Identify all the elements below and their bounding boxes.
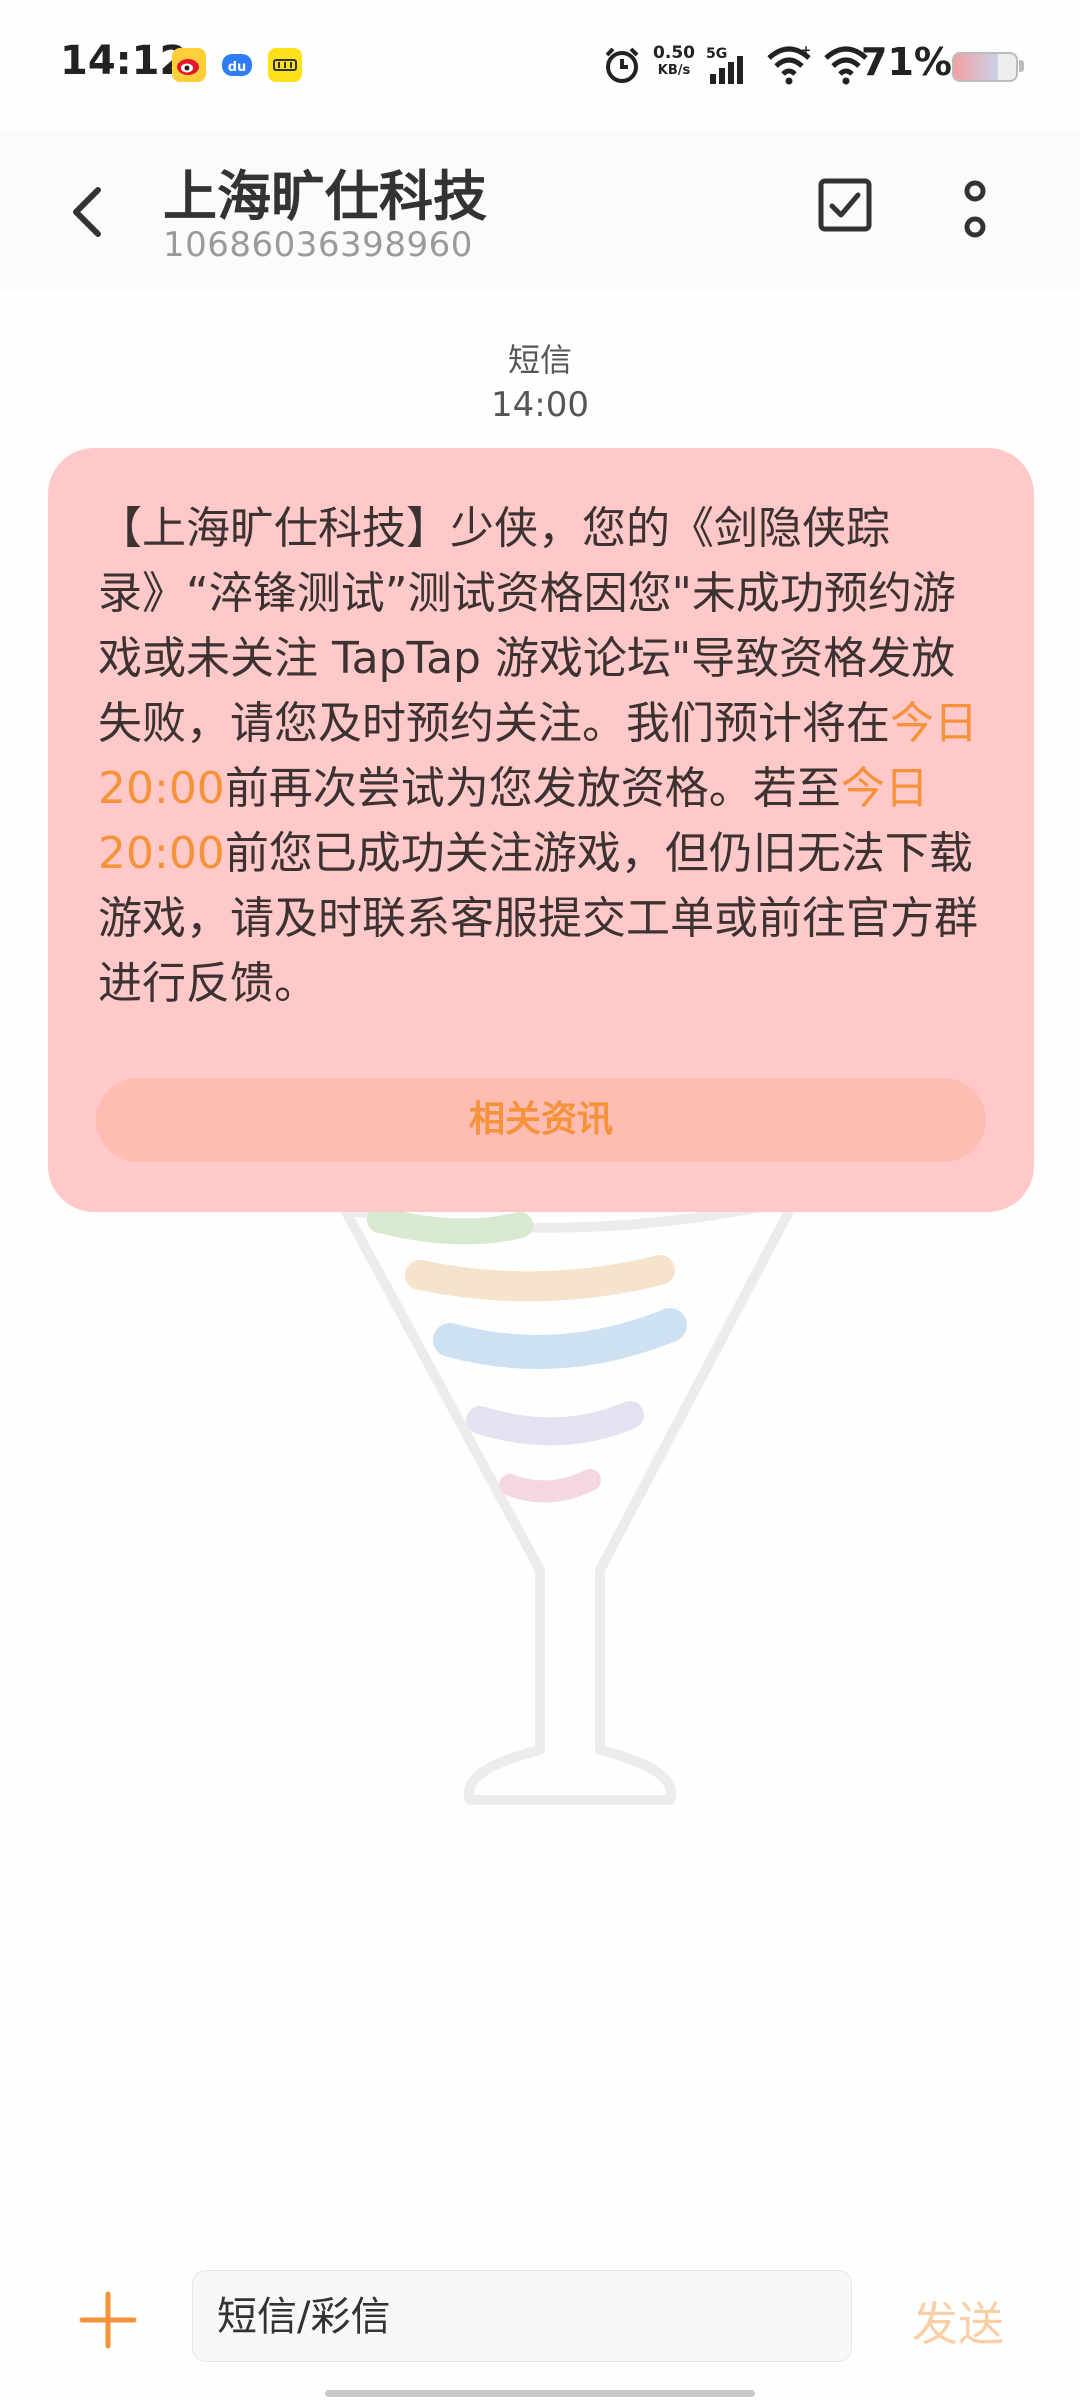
weibo-icon bbox=[172, 48, 206, 82]
battery-icon bbox=[952, 52, 1018, 82]
send-button[interactable]: 发送 bbox=[912, 2288, 1004, 2354]
battery-level-fill bbox=[954, 54, 999, 80]
home-indicator[interactable] bbox=[325, 2390, 755, 2397]
message-type-label: 短信 bbox=[507, 341, 572, 379]
alarm-icon bbox=[602, 45, 642, 89]
message-text-part3: 前您已成功关注游戏，但仍旧无法下载游戏，请及时联系客服提交工单或前往官方群进行反… bbox=[98, 828, 978, 1009]
more-options-button[interactable] bbox=[955, 175, 995, 245]
more-vertical-icon bbox=[964, 180, 986, 238]
battery-percentage: 71% bbox=[861, 40, 952, 84]
network-type-label: 5G bbox=[706, 46, 727, 62]
message-timestamp: 短信 14:00 bbox=[0, 335, 1080, 425]
network-speed: 0.50 KB/s bbox=[653, 44, 695, 80]
contact-number: 10686036398960 bbox=[163, 225, 473, 265]
du-icon: du bbox=[220, 48, 254, 82]
plus-icon bbox=[79, 2291, 137, 2349]
sms-conversation-screen: 14:12 du 0.50 KB/s 5G + 71% 上海旷仕科技 10686… bbox=[0, 0, 1080, 2400]
conversation-header: 上海旷仕科技 10686036398960 bbox=[0, 130, 1080, 290]
message-input[interactable]: 短信/彩信 bbox=[192, 2270, 852, 2362]
multi-select-button[interactable] bbox=[815, 175, 875, 235]
battery-tip bbox=[1019, 60, 1024, 72]
wifi-icon: + bbox=[765, 43, 813, 90]
message-text-part2: 前再次尝试为您发放资格。若至 bbox=[224, 763, 841, 814]
meituan-icon bbox=[268, 48, 302, 82]
back-button[interactable] bbox=[60, 170, 120, 250]
svg-text:+: + bbox=[801, 44, 811, 57]
related-news-button[interactable]: 相关资讯 bbox=[96, 1078, 986, 1162]
network-speed-value: 0.50 bbox=[653, 43, 695, 63]
message-body: 【上海旷仕科技】少侠，您的《剑隐侠踪录》“淬锋测试”测试资格因您"未成功预约游戏… bbox=[98, 496, 988, 1016]
status-time: 14:12 bbox=[60, 38, 188, 84]
composer-bar: 短信/彩信 发送 bbox=[0, 2260, 1080, 2400]
cellular-signal-icon: 5G bbox=[706, 44, 750, 90]
message-bubble[interactable]: 【上海旷仕科技】少侠，您的《剑隐侠踪录》“淬锋测试”测试资格因您"未成功预约游戏… bbox=[48, 448, 1034, 1212]
message-text-part1: 【上海旷仕科技】少侠，您的《剑隐侠踪录》“淬锋测试”测试资格因您"未成功预约游戏… bbox=[98, 503, 956, 749]
checkbox-icon bbox=[818, 178, 872, 232]
network-speed-unit: KB/s bbox=[657, 63, 691, 78]
contact-name: 上海旷仕科技 bbox=[163, 165, 487, 228]
message-time: 14:00 bbox=[491, 385, 589, 425]
add-attachment-button[interactable] bbox=[78, 2290, 138, 2350]
wallpaper-cocktail-glass-illustration bbox=[340, 1195, 800, 1805]
svg-text:du: du bbox=[228, 60, 247, 75]
status-bar: 14:12 du 0.50 KB/s 5G + 71% bbox=[0, 0, 1080, 130]
chevron-left-icon bbox=[73, 187, 101, 237]
